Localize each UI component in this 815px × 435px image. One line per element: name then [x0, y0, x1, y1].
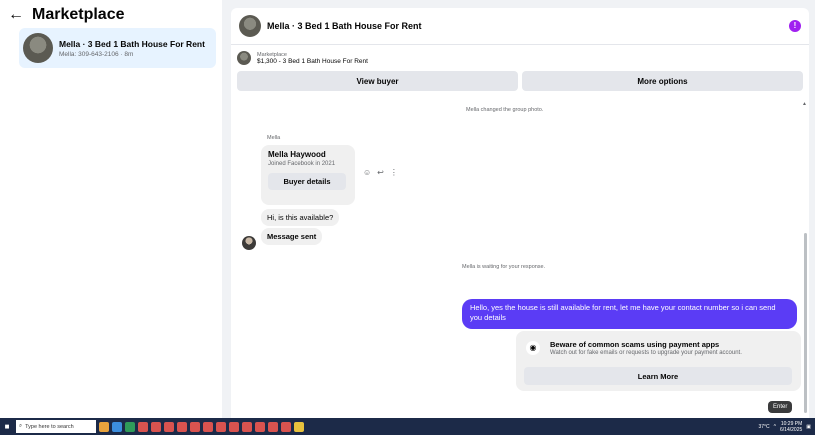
buyer-name: Mella Haywood	[268, 150, 326, 159]
chrome-icon[interactable]	[177, 421, 187, 432]
sidebar-title: Marketplace	[32, 6, 125, 23]
taskbar-app-icon[interactable]	[112, 421, 122, 432]
notification-icon[interactable]: ▣	[806, 424, 811, 430]
weather-readout[interactable]: 37°C	[758, 424, 769, 430]
back-arrow-icon[interactable]: ←	[8, 7, 24, 23]
tray-chevron-icon[interactable]: ^	[774, 424, 776, 430]
taskbar-search[interactable]: ⌕ Type here to search	[16, 420, 96, 433]
taskbar-app-icon[interactable]	[99, 421, 109, 432]
shield-icon: ◉	[526, 341, 540, 355]
chrome-icon[interactable]	[190, 421, 200, 432]
listing-text: Marketplace $1,300 - 3 Bed 1 Bath House …	[257, 52, 368, 65]
enter-tooltip: Enter	[768, 401, 793, 413]
chrome-icon[interactable]	[281, 421, 291, 432]
chat-actions: View buyer More options	[231, 71, 809, 91]
chat-header: Mella · 3 Bed 1 Bath House For Rent !	[231, 8, 809, 45]
more-options-button[interactable]: More options	[522, 71, 803, 91]
message-bubble-available: Hi, is this available?	[261, 209, 340, 226]
message-bubble-sent: Message sent	[261, 228, 323, 245]
clock-date: 6/14/2025	[780, 426, 803, 433]
scam-warning-text: Watch out for fake emails or requests to…	[550, 350, 742, 356]
buyer-card: Mella Haywood Joined Facebook in 2021 Bu…	[261, 145, 355, 205]
outgoing-message-bubble: Hello, yes the house is still available …	[462, 299, 797, 329]
info-icon[interactable]: !	[789, 20, 801, 32]
taskbar-app-icon[interactable]	[125, 421, 135, 432]
conversation-title: Mella · 3 Bed 1 Bath House For Rent	[59, 38, 205, 49]
house-avatar-icon	[23, 33, 53, 63]
chat-title[interactable]: Mella · 3 Bed 1 Bath House For Rent	[267, 21, 422, 31]
chrome-icon[interactable]	[151, 421, 161, 432]
buyer-joined: Joined Facebook in 2021	[268, 161, 336, 167]
marketplace-sidebar: ← Marketplace Mella · 3 Bed 1 Bath House…	[0, 0, 222, 418]
conversation-preview: Mella: 309-643-2106 · 8m	[59, 50, 134, 58]
learn-more-button[interactable]: Learn More	[524, 367, 792, 385]
scroll-up-icon[interactable]: ▲	[802, 101, 807, 107]
chrome-icon[interactable]	[229, 421, 239, 432]
search-icon: ⌕	[19, 423, 23, 429]
sender-name: Mella	[267, 135, 281, 141]
taskbar-search-placeholder: Type here to search	[25, 423, 74, 430]
listing-price: $1,300 - 3 Bed 1 Bath House For Rent	[257, 57, 368, 65]
system-message-waiting: Mella is waiting for your response.	[462, 264, 546, 270]
message-list[interactable]: ▲ Mella changed the group photo. Mella M…	[231, 98, 809, 418]
chrome-icon[interactable]	[268, 421, 278, 432]
clock[interactable]: 10:29 PM 6/14/2025	[780, 421, 802, 433]
react-icon[interactable]: ☺	[363, 168, 371, 177]
windows-start-icon[interactable]: ■	[0, 418, 14, 435]
listing-summary[interactable]: Marketplace $1,300 - 3 Bed 1 Bath House …	[231, 45, 809, 71]
sidebar-header: ← Marketplace	[0, 0, 222, 24]
more-icon[interactable]: ⋮	[390, 168, 398, 177]
system-message-photo: Mella changed the group photo.	[466, 107, 544, 113]
chrome-icon[interactable]	[216, 421, 226, 432]
conversation-item[interactable]: Mella · 3 Bed 1 Bath House For Rent Mell…	[19, 28, 216, 68]
listing-thumbnail	[237, 51, 251, 65]
chat-avatar[interactable]	[239, 15, 261, 37]
buyer-details-button[interactable]: Buyer details	[268, 173, 346, 190]
folder-icon[interactable]	[294, 421, 304, 432]
windows-taskbar: ■ ⌕ Type here to search 37°C ^ 10:29 PM …	[0, 418, 815, 435]
reply-icon[interactable]: ↩	[377, 168, 384, 177]
sender-avatar[interactable]	[242, 236, 256, 250]
view-buyer-button[interactable]: View buyer	[237, 71, 518, 91]
chrome-icon[interactable]	[203, 421, 213, 432]
chrome-icon[interactable]	[164, 421, 174, 432]
message-actions: ☺ ↩ ⋮	[363, 168, 398, 177]
scam-warning-title: Beware of common scams using payment app…	[550, 340, 720, 349]
chrome-icon[interactable]	[138, 421, 148, 432]
chat-panel: Mella · 3 Bed 1 Bath House For Rent ! Ma…	[231, 8, 809, 418]
scrollbar[interactable]	[804, 233, 807, 413]
chrome-icon[interactable]	[255, 421, 265, 432]
conversation-text: Mella · 3 Bed 1 Bath House For Rent Mell…	[59, 39, 205, 58]
chrome-icon[interactable]	[242, 421, 252, 432]
scam-warning-card: ◉ Beware of common scams using payment a…	[516, 331, 801, 391]
system-tray: 37°C ^ 10:29 PM 6/14/2025 ▣	[758, 418, 811, 435]
